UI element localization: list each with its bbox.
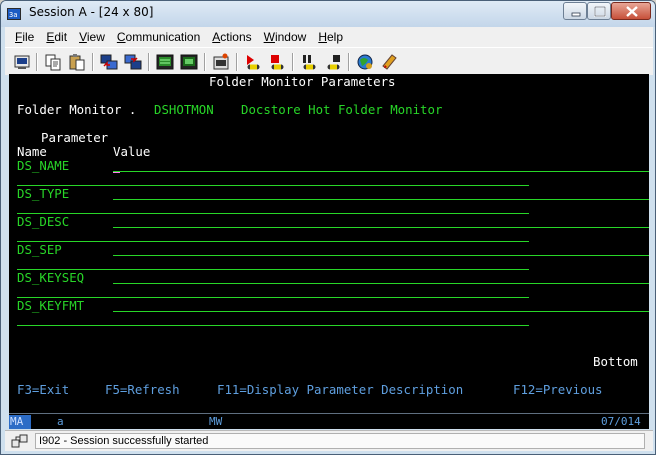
input-underline-ds-desc-cont[interactable] xyxy=(17,241,529,242)
oia-mode: MA xyxy=(10,415,24,428)
minimize-button[interactable] xyxy=(563,2,587,20)
play-macro-icon[interactable] xyxy=(243,52,263,72)
fkey-f11-display-description[interactable]: F11=Display Parameter Description xyxy=(217,383,463,397)
param-name-ds-keyfmt: DS_KEYFMT xyxy=(17,298,85,313)
param-name-ds-keyseq: DS_KEYSEQ xyxy=(17,270,85,285)
title-bar[interactable]: 3a Session A - [24 x 80] xyxy=(1,1,655,27)
menu-actions[interactable]: Actions xyxy=(206,30,257,44)
fkey-f12-previous[interactable]: F12=Previous xyxy=(513,383,603,397)
oia-mw: MW xyxy=(209,415,223,428)
param-name-ds-name: DS_NAME xyxy=(17,158,70,173)
menu-view[interactable]: View xyxy=(73,30,111,44)
input-underline-ds-sep[interactable] xyxy=(113,255,649,256)
session-app-icon[interactable]: 3a xyxy=(6,6,22,22)
stop-macro-icon[interactable] xyxy=(267,52,287,72)
connection-status-icon xyxy=(11,433,29,449)
folder-monitor-label: Folder Monitor . xyxy=(17,102,144,117)
receive-file-icon[interactable] xyxy=(123,52,143,72)
record-macro-icon[interactable] xyxy=(179,52,199,72)
toolbar-separator xyxy=(348,53,350,71)
display-macro-icon[interactable] xyxy=(155,52,175,72)
input-underline-ds-sep-cont[interactable] xyxy=(17,269,529,270)
input-underline-ds-keyfmt[interactable] xyxy=(113,311,649,312)
close-button[interactable] xyxy=(611,2,651,20)
copy-icon[interactable] xyxy=(43,52,63,72)
bottom-indicator: Bottom xyxy=(593,354,638,369)
web-link-icon[interactable] xyxy=(379,52,399,72)
column-header-name: Name xyxy=(17,144,47,159)
menu-window[interactable]: Window xyxy=(258,30,313,44)
oia-flag: a xyxy=(57,415,64,428)
folder-monitor-description: Docstore Hot Folder Monitor xyxy=(241,102,443,117)
toolbar-separator xyxy=(148,53,150,71)
param-name-ds-type: DS_TYPE xyxy=(17,186,70,201)
toolbar-separator xyxy=(92,53,94,71)
input-underline-ds-keyfmt-cont[interactable] xyxy=(17,325,529,326)
toolbar xyxy=(5,47,653,75)
screen-title: Folder Monitor Parameters xyxy=(209,74,396,89)
fkey-f5-refresh[interactable]: F5=Refresh xyxy=(105,383,180,397)
print-screen-icon[interactable] xyxy=(12,52,32,72)
terminal-screen[interactable]: Folder Monitor Parameters Folder Monitor… xyxy=(9,74,649,414)
status-bar: I902 - Session successfully started xyxy=(5,430,653,451)
input-underline-ds-name[interactable] xyxy=(113,171,649,172)
toolbar-separator xyxy=(36,53,38,71)
input-underline-ds-desc[interactable] xyxy=(113,227,649,228)
window-title: Session A - [24 x 80] xyxy=(29,5,154,19)
status-message: I902 - Session successfully started xyxy=(35,433,645,449)
column-header-value: Value xyxy=(113,144,151,159)
param-name-ds-sep: DS_SEP xyxy=(17,242,62,257)
toolbar-separator xyxy=(204,53,206,71)
menu-edit[interactable]: Edit xyxy=(40,30,73,44)
send-file-icon[interactable] xyxy=(99,52,119,72)
param-name-ds-desc: DS_DESC xyxy=(17,214,70,229)
customize-icon[interactable] xyxy=(355,52,375,72)
input-underline-ds-type[interactable] xyxy=(113,199,649,200)
maximize-button[interactable] xyxy=(587,2,611,20)
input-underline-ds-name-cont[interactable] xyxy=(17,185,529,186)
input-underline-ds-keyseq-cont[interactable] xyxy=(17,297,529,298)
paste-icon[interactable] xyxy=(67,52,87,72)
operator-information-area: MA a MW 07/014 xyxy=(9,413,649,429)
toolbar-separator xyxy=(236,53,238,71)
menu-file[interactable]: File xyxy=(5,30,40,44)
fkey-f3-exit[interactable]: F3=Exit xyxy=(17,383,69,397)
pause-macro-icon[interactable] xyxy=(299,52,319,72)
svg-text:3a: 3a xyxy=(9,11,17,19)
folder-monitor-code: DSHOTMON xyxy=(154,102,214,117)
emulator-window: 3a Session A - [24 x 80] File Edit View … xyxy=(0,0,656,455)
quick-map-icon[interactable] xyxy=(211,52,231,72)
cursor-position: 07/014 xyxy=(601,415,641,428)
menu-help[interactable]: Help xyxy=(312,30,349,44)
menu-communication[interactable]: Communication xyxy=(111,30,206,44)
column-header-parameter: Parameter xyxy=(41,130,109,145)
input-underline-ds-type-cont[interactable] xyxy=(17,213,529,214)
start-macro-icon[interactable] xyxy=(323,52,343,72)
menu-bar: File Edit View Communication Actions Win… xyxy=(5,27,653,47)
input-underline-ds-keyseq[interactable] xyxy=(113,283,649,284)
toolbar-separator xyxy=(292,53,294,71)
